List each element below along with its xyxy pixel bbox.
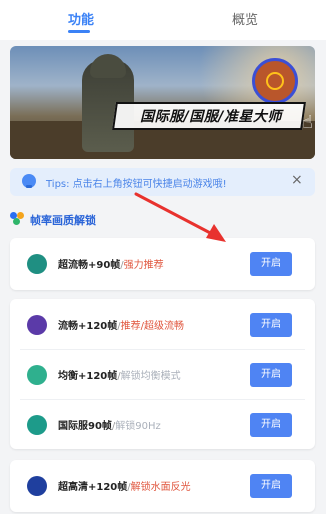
option-row: 超高清+120帧/解锁水面反光 开启: [10, 460, 315, 512]
tab-overview[interactable]: 概览: [232, 9, 258, 28]
banner-helmet: [90, 54, 126, 78]
option-card-3: 超高清+120帧/解锁水面反光 开启: [10, 460, 315, 512]
option-name: 超高清+120帧: [58, 482, 128, 493]
option-card-2: 流畅+120帧/推荐/超级流畅 开启 均衡+120帧/解锁均衡模式 开启 国际服…: [10, 299, 315, 449]
option-icon: [27, 315, 47, 335]
tab-bar: 功能 概览: [0, 0, 326, 40]
colorful-logo-icon: [10, 212, 24, 226]
banner-crosshair-logo: [252, 58, 298, 104]
hand-pointer-icon: ☝: [302, 112, 313, 133]
option-row: 国际服90帧/解锁90Hz 开启: [10, 399, 315, 451]
option-label: 超高清+120帧/解锁水面反光: [58, 482, 191, 493]
option-icon: [27, 476, 47, 496]
option-desc: 解锁水面反光: [130, 482, 191, 493]
enable-button[interactable]: 开启: [250, 363, 292, 387]
option-name: 国际服90帧: [58, 421, 112, 432]
option-row: 超流畅+90帧/强力推荐 开启: [10, 238, 315, 290]
promo-banner[interactable]: 国际服/国服/准星大师 ☝: [10, 46, 315, 159]
tab-function[interactable]: 功能: [68, 9, 94, 28]
enable-button[interactable]: 开启: [250, 413, 292, 437]
option-desc: 解锁90Hz: [115, 421, 161, 432]
option-label: 国际服90帧/解锁90Hz: [58, 421, 161, 432]
option-row: 均衡+120帧/解锁均衡模式 开启: [10, 349, 315, 401]
option-icon: [27, 365, 47, 385]
close-icon[interactable]: ×: [291, 172, 303, 188]
tips-bar: Tips: 点击右上角按钮可快捷启动游戏哦! ×: [10, 168, 315, 196]
option-row: 流畅+120帧/推荐/超级流畅 开启: [10, 299, 315, 351]
option-label: 均衡+120帧/解锁均衡模式: [58, 371, 181, 382]
enable-button[interactable]: 开启: [250, 252, 292, 276]
option-name: 超流畅+90帧: [58, 260, 121, 271]
tips-text: Tips: 点击右上角按钮可快捷启动游戏哦!: [46, 179, 227, 190]
lightbulb-icon: [22, 174, 36, 188]
option-name: 均衡+120帧: [58, 371, 118, 382]
banner-title: 国际服/国服/准星大师: [140, 109, 282, 125]
option-name: 流畅+120帧: [58, 321, 118, 332]
section-title: 帧率画质解锁: [30, 214, 96, 227]
option-desc: 强力推荐: [123, 260, 164, 271]
tab-active-indicator: [68, 30, 90, 33]
option-label: 超流畅+90帧/强力推荐: [58, 260, 164, 271]
option-desc: 推荐/超级流畅: [120, 321, 185, 332]
enable-button[interactable]: 开启: [250, 313, 292, 337]
enable-button[interactable]: 开启: [250, 474, 292, 498]
option-icon: [27, 415, 47, 435]
option-label: 流畅+120帧/推荐/超级流畅: [58, 321, 185, 332]
option-icon: [27, 254, 47, 274]
option-card-1: 超流畅+90帧/强力推荐 开启: [10, 238, 315, 290]
option-desc: 解锁均衡模式: [120, 371, 181, 382]
